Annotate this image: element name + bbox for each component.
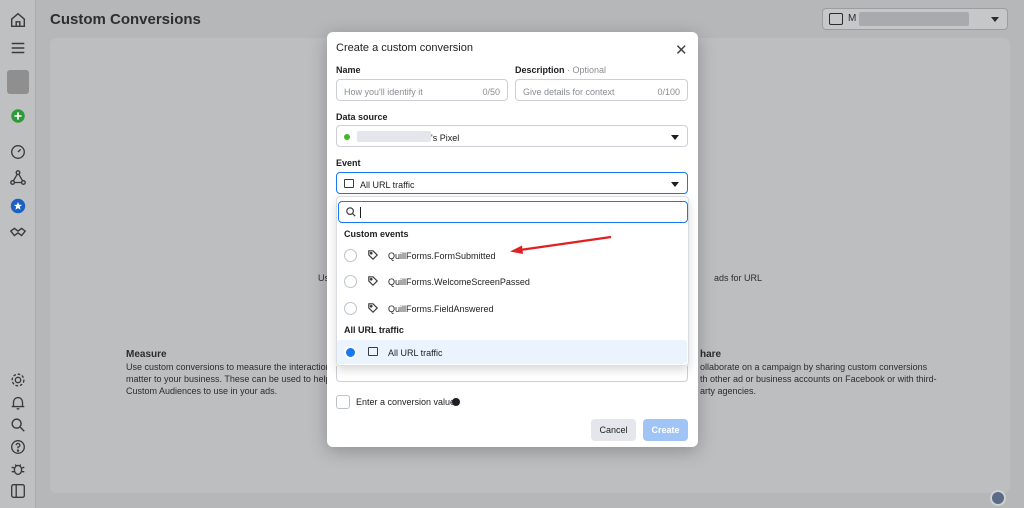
option-label: QuillForms.FieldAnswered <box>388 304 494 314</box>
event-option-welcome-screen-passed[interactable]: QuillForms.WelcomeScreenPassed <box>337 269 687 293</box>
gauge-icon[interactable] <box>8 142 28 162</box>
conversion-value-label: Enter a conversion value <box>356 397 456 407</box>
network-icon[interactable] <box>8 168 28 188</box>
event-search-input[interactable] <box>338 201 688 223</box>
tag-icon <box>368 303 379 314</box>
measure-text-3: Custom Audiences to use in your ads. <box>126 386 278 396</box>
name-placeholder: How you'll identify it <box>344 87 423 97</box>
avatar[interactable] <box>7 70 29 94</box>
option-label: All URL traffic <box>388 348 443 358</box>
event-option-all-url-traffic[interactable]: All URL traffic <box>337 340 687 364</box>
event-label: Event <box>336 158 361 168</box>
calendar-icon <box>344 179 354 188</box>
url-rules-box <box>336 366 688 382</box>
data-source-label: Data source <box>336 112 388 122</box>
data-source-value: 's Pixel <box>431 133 460 143</box>
name-counter: 0/50 <box>482 87 500 97</box>
account-selector[interactable]: M <box>822 8 1008 30</box>
name-label: Name <box>336 65 361 75</box>
measure-text-2: matter to your business. These can be us… <box>126 374 338 384</box>
chevron-down-icon <box>991 17 999 22</box>
description-input[interactable]: Give details for context 0/100 <box>515 79 688 101</box>
share-text-1: ollaborate on a campaign by sharing cust… <box>700 362 928 372</box>
close-icon[interactable]: ✕ <box>675 41 688 59</box>
chevron-down-icon <box>671 135 679 140</box>
event-option-field-answered[interactable]: QuillForms.FieldAnswered <box>337 296 687 320</box>
calendar-icon <box>368 347 378 356</box>
info-icon[interactable] <box>452 398 460 406</box>
handshake-icon[interactable] <box>8 222 28 242</box>
settings-gear-icon[interactable] <box>8 370 28 390</box>
create-plus-icon[interactable] <box>8 106 28 126</box>
menu-icon[interactable] <box>8 38 28 58</box>
radio-button[interactable] <box>344 275 357 288</box>
search-icon[interactable] <box>8 415 28 435</box>
measure-heading: Measure <box>126 349 167 360</box>
bg-fragment-right: ads for URL <box>714 273 763 283</box>
description-label: Description · Optional <box>515 65 606 75</box>
home-icon[interactable] <box>8 10 28 30</box>
tag-icon <box>368 276 379 287</box>
account-name-redacted <box>859 12 969 26</box>
share-text-3: arty agencies. <box>700 386 757 396</box>
all-url-traffic-heading: All URL traffic <box>344 325 404 335</box>
panel-toggle-icon[interactable] <box>8 481 28 501</box>
text-cursor <box>360 207 361 218</box>
radio-button[interactable] <box>344 302 357 315</box>
option-label: QuillForms.WelcomeScreenPassed <box>388 277 530 287</box>
radio-button-selected[interactable] <box>344 346 357 359</box>
page-title: Custom Conversions <box>50 11 201 28</box>
option-label: QuillForms.FormSubmitted <box>388 251 496 261</box>
name-input[interactable]: How you'll identify it 0/50 <box>336 79 508 101</box>
globe-icon[interactable] <box>990 490 1006 506</box>
bug-report-icon[interactable] <box>8 459 28 479</box>
optional-tag: · Optional <box>567 65 607 75</box>
event-value: All URL traffic <box>360 180 415 190</box>
account-initial: M <box>848 13 857 24</box>
help-icon[interactable] <box>8 437 28 457</box>
description-counter: 0/100 <box>657 87 680 97</box>
measure-text-1: Use custom conversions to measure the in… <box>126 362 331 372</box>
status-dot-icon <box>344 134 350 140</box>
pixel-name-redacted <box>357 131 431 142</box>
conversion-value-checkbox[interactable] <box>336 395 350 409</box>
description-placeholder: Give details for context <box>523 87 615 97</box>
star-circle-icon[interactable] <box>8 196 28 216</box>
account-card-icon <box>829 13 843 25</box>
annotation-arrow <box>510 235 612 254</box>
share-heading: hare <box>700 349 722 360</box>
create-button[interactable]: Create <box>643 419 688 441</box>
dialog-title: Create a custom conversion <box>336 42 473 54</box>
tag-icon <box>368 250 379 261</box>
left-navigation-rail <box>0 0 36 508</box>
radio-button[interactable] <box>344 249 357 262</box>
cancel-button[interactable]: Cancel <box>591 419 636 441</box>
description-label-text: Description <box>515 65 565 75</box>
data-source-select[interactable]: 's Pixel <box>336 125 688 147</box>
event-select[interactable]: All URL traffic <box>336 172 688 194</box>
search-icon <box>346 207 356 217</box>
chevron-down-icon <box>671 182 679 187</box>
notifications-bell-icon[interactable] <box>8 393 28 413</box>
share-text-2: th other ad or business accounts on Face… <box>700 374 937 384</box>
custom-events-heading: Custom events <box>344 229 409 239</box>
